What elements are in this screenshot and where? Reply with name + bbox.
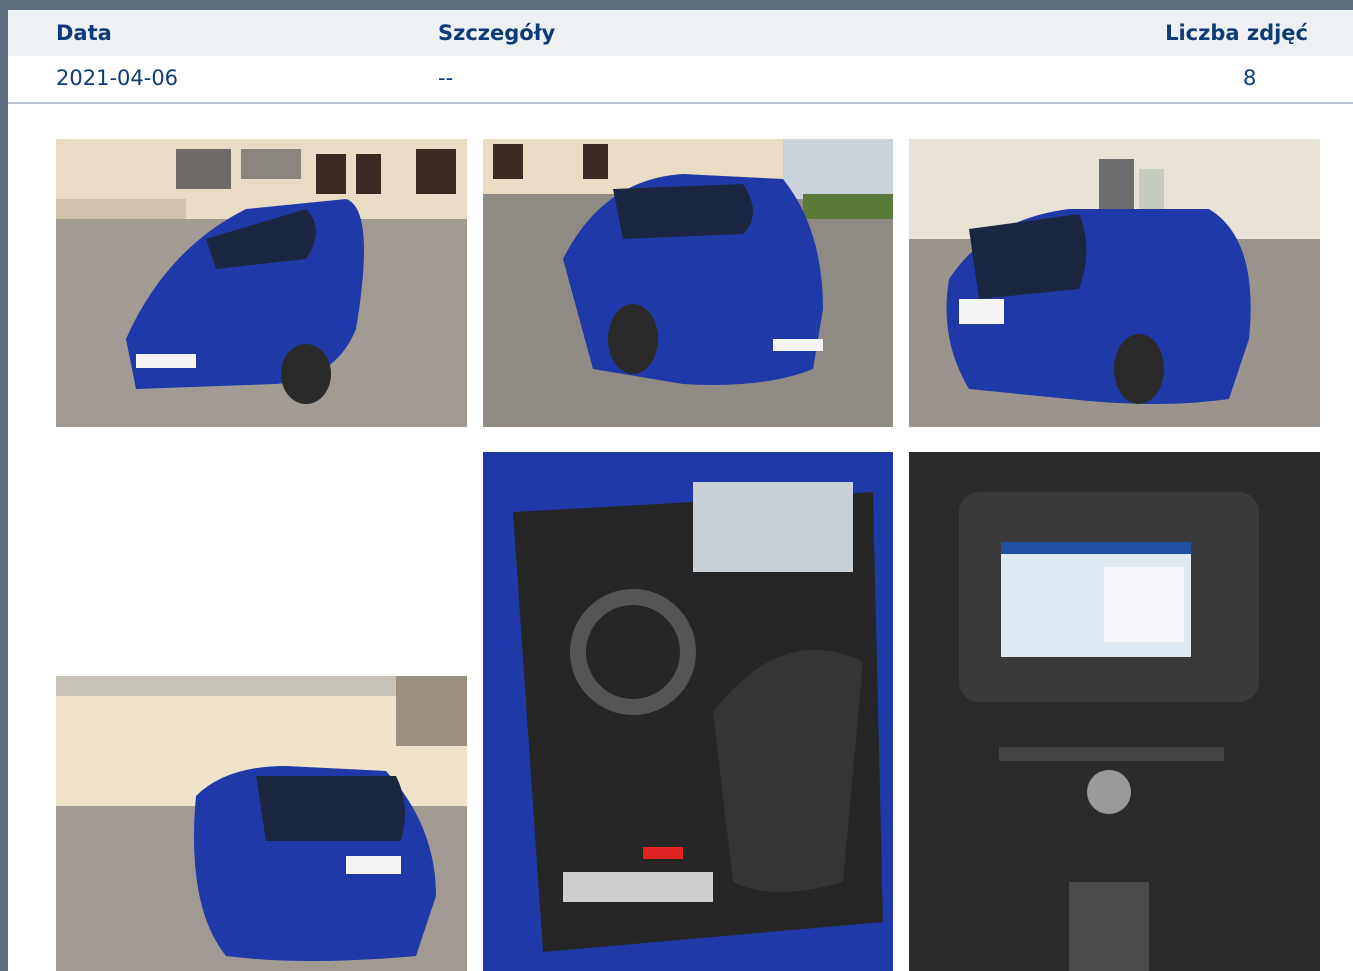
car-front-left-photo[interactable]: [56, 139, 467, 427]
header-details[interactable]: Szczegóły: [438, 21, 555, 45]
table-header-row: Data Szczegóły Liczba zdjęć: [8, 10, 1353, 56]
header-photo-count[interactable]: Liczba zdjęć: [1165, 21, 1308, 45]
car-front-right-photo[interactable]: [483, 139, 893, 427]
car-rear-left-photo[interactable]: [909, 139, 1320, 427]
car-rear-photo[interactable]: [56, 676, 467, 971]
top-frame-border: [0, 0, 1353, 10]
left-frame-border: [0, 0, 8, 971]
car-interior-door-photo[interactable]: [483, 452, 893, 971]
table-row[interactable]: 2021-04-06 -- 8: [8, 56, 1353, 104]
row-details: --: [438, 66, 454, 90]
car-dashboard-photo[interactable]: [909, 452, 1320, 971]
header-date[interactable]: Data: [56, 21, 112, 45]
row-photo-count: 8: [1243, 66, 1257, 90]
row-date: 2021-04-06: [56, 66, 179, 90]
